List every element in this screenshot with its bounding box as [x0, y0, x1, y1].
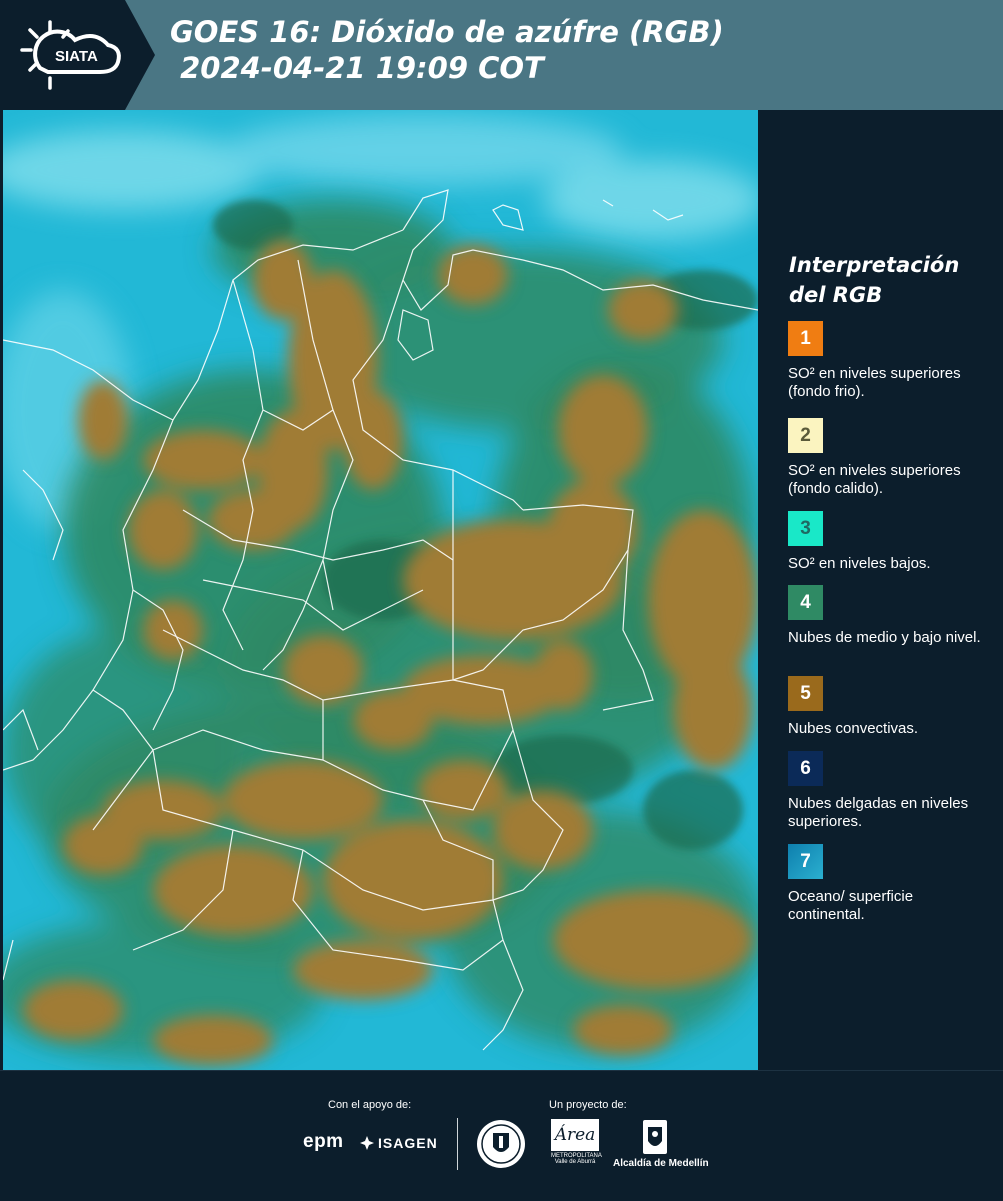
alcaldia-medellin-logo: Alcaldía de Medellín	[613, 1119, 709, 1169]
legend-swatch-3: 3	[788, 511, 823, 546]
title-line-2: 2024-04-21 19:09 COT	[170, 51, 544, 85]
legend-item-4: 4 Nubes de medio y bajo nivel.	[788, 585, 993, 647]
legend-swatch-6: 6	[788, 751, 823, 786]
legend-item-2: 2 SO² en niveles superiores (fondo calid…	[788, 418, 993, 498]
epm-logo-text: epm	[303, 1131, 344, 1152]
project-label: Un proyecto de:	[549, 1099, 627, 1111]
area-logo-mark: Área	[551, 1119, 599, 1151]
page-title: GOES 16: Dióxido de azúfre (RGB) 2024-04…	[170, 14, 724, 86]
legend-label-1: SO² en niveles superiores (fondo frio).	[788, 365, 961, 400]
legend-label-5: Nubes convectivas.	[788, 720, 919, 737]
legend-swatch-2: 2	[788, 418, 823, 453]
legend-item-6: 6 Nubes delgadas en niveles superiores.	[788, 751, 993, 831]
area-logo-sub2: Valle de Aburrá	[554, 1159, 596, 1165]
legend-swatch-4: 4	[788, 585, 823, 620]
isagen-icon	[360, 1136, 374, 1150]
alcaldia-text: Alcaldía de Medellín	[613, 1158, 709, 1169]
medellin-seal-logo	[476, 1119, 526, 1169]
logo-text: SIATA	[55, 48, 98, 65]
footer-divider	[457, 1118, 458, 1170]
legend-label-3: SO² en niveles bajos.	[788, 555, 931, 572]
footer: Con el apoyo de: Un proyecto de: epm ISA…	[0, 1070, 1003, 1201]
siata-logo: SIATA	[0, 0, 155, 110]
legend-swatch-1: 1	[788, 321, 823, 356]
legend-panel: Interpretación del RGB 1 SO² en niveles …	[760, 110, 1003, 1070]
epm-logo: epm	[303, 1131, 344, 1153]
area-metropolitana-logo: Área METROPOLITANA Valle de Aburrá	[551, 1119, 602, 1169]
isagen-logo: ISAGEN	[360, 1135, 438, 1151]
legend-item-7: 7 Oceano/ superficie continental.	[788, 844, 993, 924]
isagen-text: ISAGEN	[378, 1135, 438, 1151]
legend-item-1: 1 SO² en niveles superiores (fondo frio)…	[788, 321, 993, 401]
legend-label-7: Oceano/ superficie continental.	[788, 888, 914, 923]
legend-item-5: 5 Nubes convectivas.	[788, 676, 993, 738]
satellite-map	[3, 110, 758, 1070]
legend-label-4: Nubes de medio y bajo nivel.	[788, 629, 981, 646]
legend-swatch-5: 5	[788, 676, 823, 711]
legend-item-3: 3 SO² en niveles bajos.	[788, 511, 993, 573]
title-line-1: GOES 16: Dióxido de azúfre (RGB)	[170, 15, 724, 49]
legend-label-2: SO² en niveles superiores (fondo calido)…	[788, 462, 961, 497]
header: SIATA GOES 16: Dióxido de azúfre (RGB) 2…	[0, 0, 1003, 110]
support-label: Con el apoyo de:	[328, 1099, 412, 1111]
legend-label-6: Nubes delgadas en niveles superiores.	[788, 795, 969, 830]
legend-title: Interpretación del RGB	[789, 253, 960, 307]
alcaldia-shield-icon	[643, 1120, 667, 1154]
legend-swatch-7: 7	[788, 844, 823, 879]
